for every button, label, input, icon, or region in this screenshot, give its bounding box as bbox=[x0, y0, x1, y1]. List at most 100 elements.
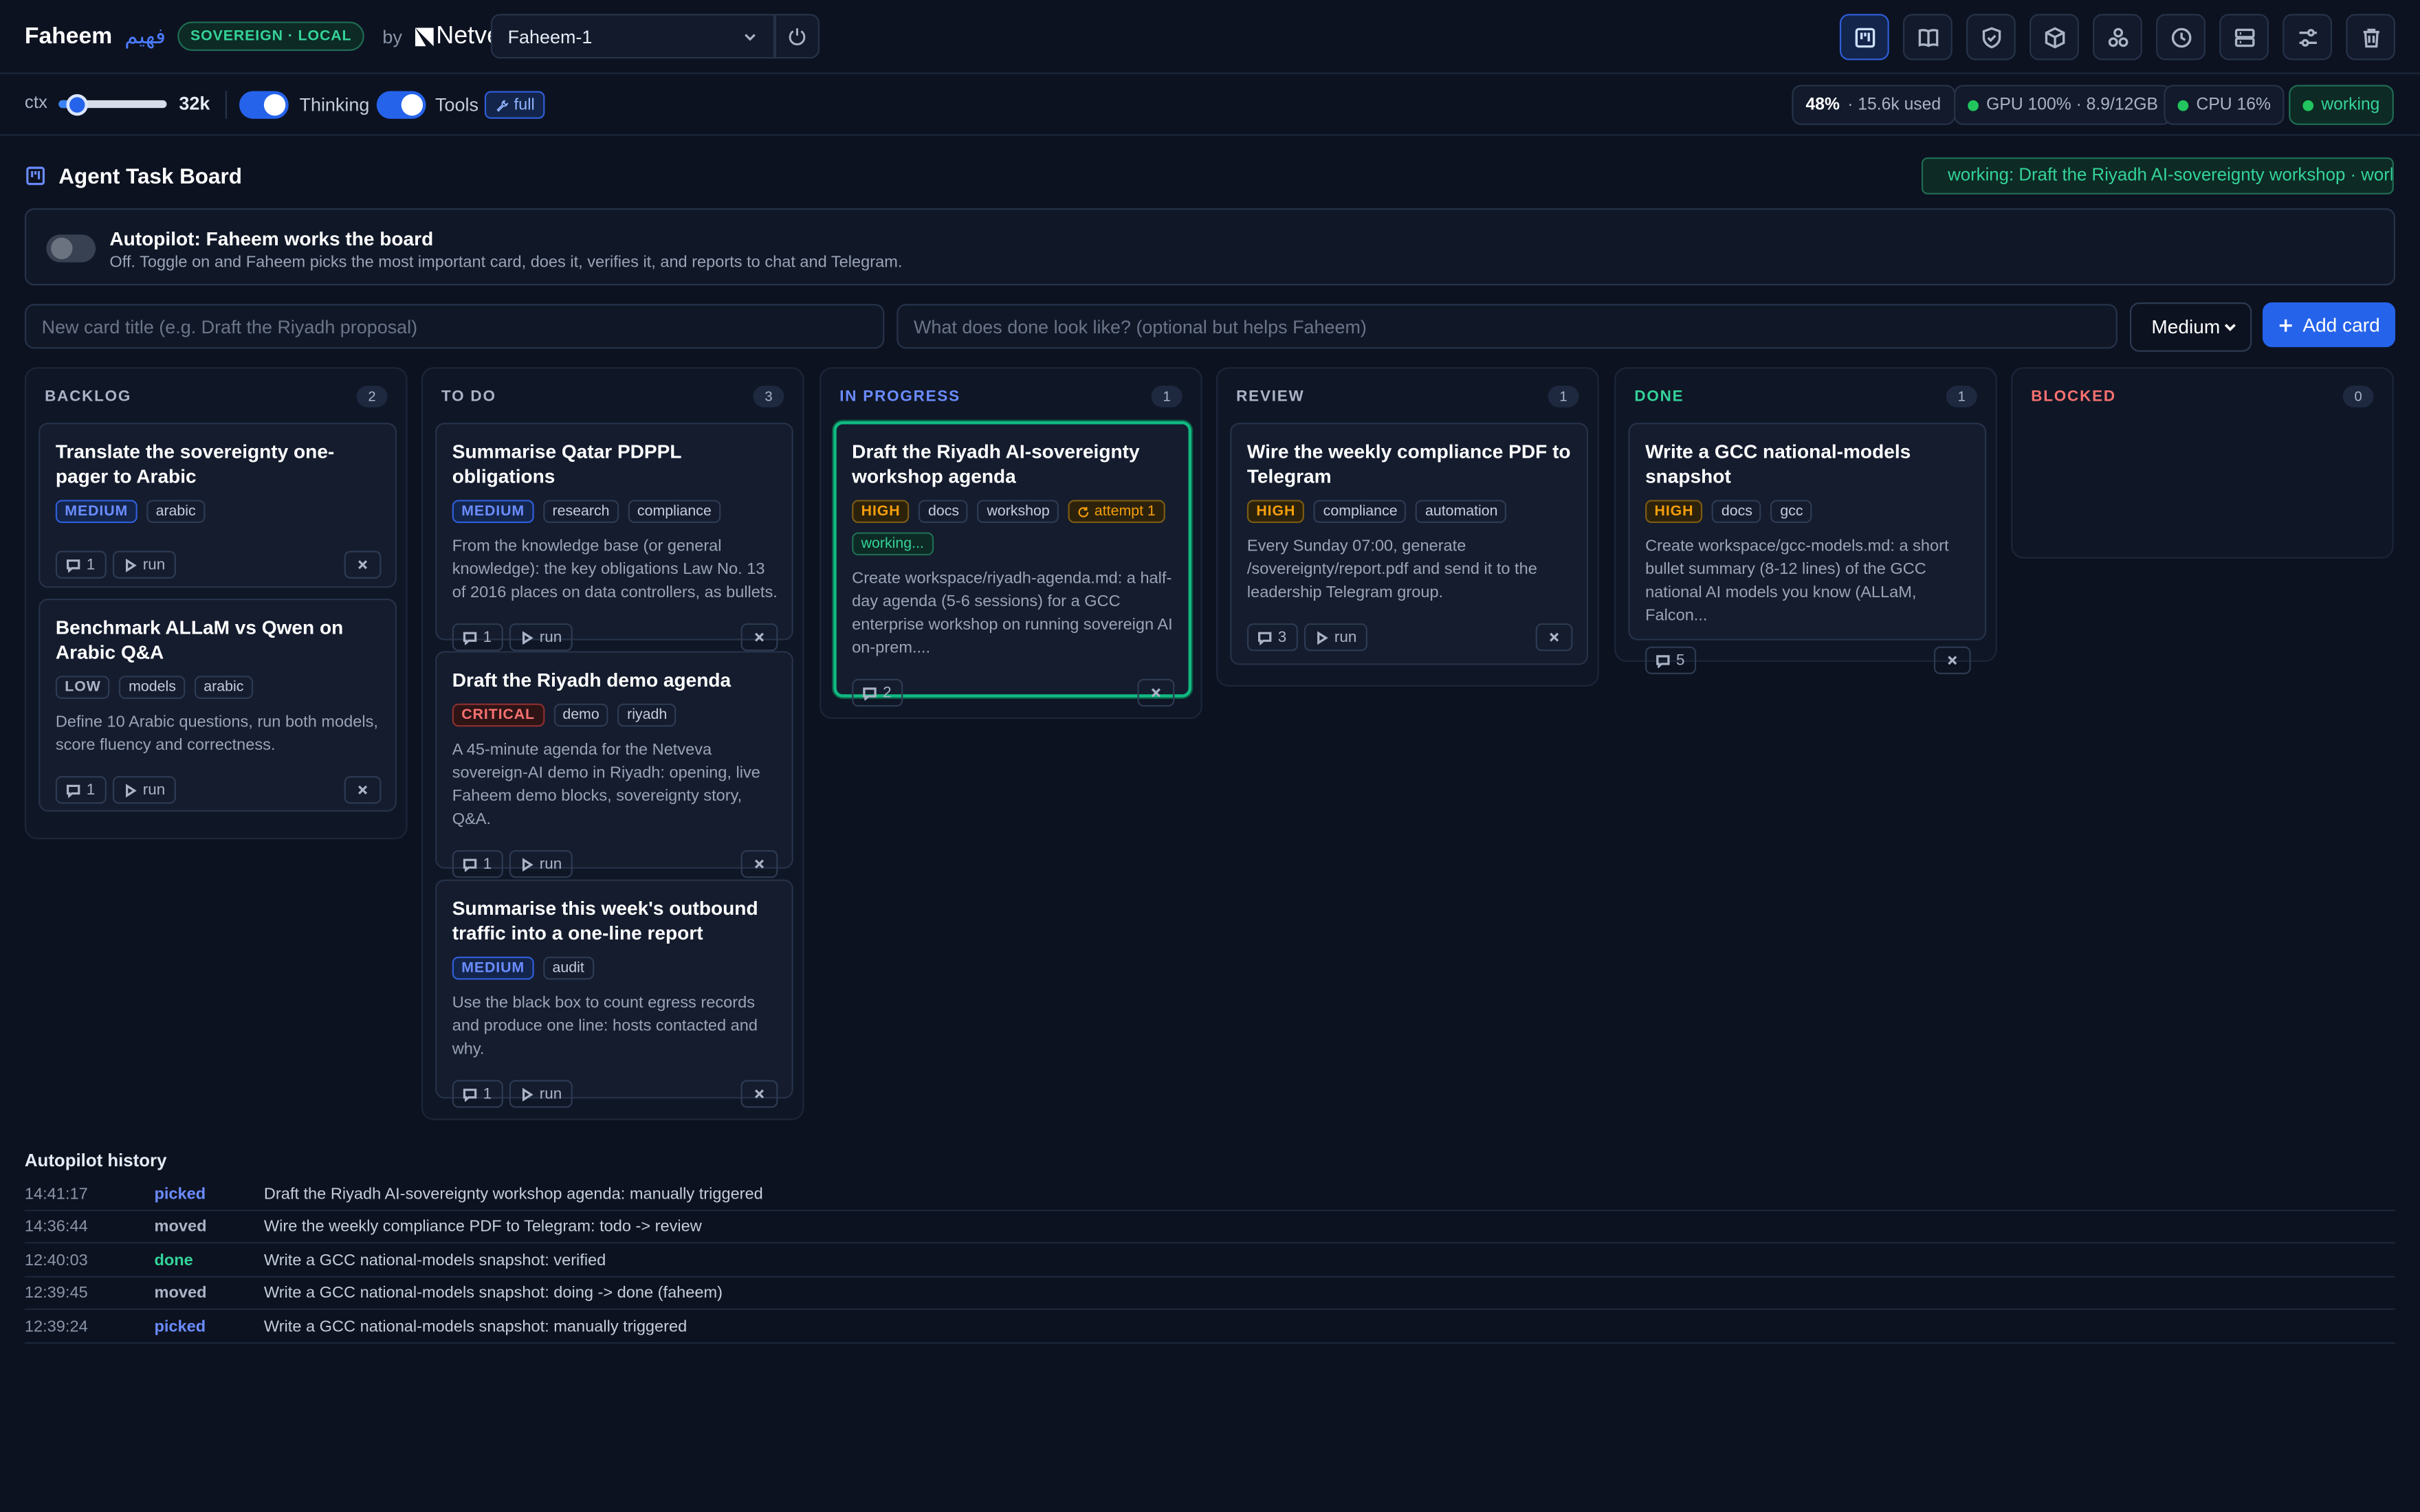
play-icon bbox=[521, 1087, 533, 1101]
comments-button[interactable]: 1 bbox=[55, 551, 106, 579]
comments-button[interactable]: 1 bbox=[452, 623, 503, 652]
task-card[interactable]: Benchmark ALLaM vs Qwen on Arabic Q&A LO… bbox=[38, 599, 397, 812]
priority-select[interactable]: Medium bbox=[2129, 302, 2252, 352]
ctx-value: 32k bbox=[179, 92, 210, 115]
history-time: 12:39:24 bbox=[24, 1318, 88, 1337]
card-description: Create workspace/gcc-models.md: a short … bbox=[1645, 537, 1949, 625]
close-icon bbox=[358, 785, 368, 794]
delete-card-button[interactable] bbox=[344, 551, 382, 579]
card-title: Summarise Qatar PDPPL obligations bbox=[452, 441, 682, 488]
new-card-title-input[interactable] bbox=[24, 304, 885, 349]
knowledge-button[interactable] bbox=[1902, 14, 1952, 60]
delete-card-button[interactable] bbox=[1933, 646, 1971, 675]
shield-icon bbox=[1981, 26, 2001, 48]
board-icon bbox=[26, 166, 45, 186]
comments-button[interactable]: 5 bbox=[1645, 646, 1696, 675]
card-tags: CRITICAL demo riyadh bbox=[452, 703, 778, 727]
run-button[interactable]: run bbox=[1303, 623, 1368, 652]
play-icon bbox=[125, 557, 136, 572]
comment-count: 2 bbox=[883, 684, 892, 702]
run-button[interactable]: run bbox=[508, 1080, 573, 1108]
delete-card-button[interactable] bbox=[740, 849, 778, 878]
run-button[interactable]: run bbox=[111, 551, 176, 579]
ctx-slider[interactable] bbox=[58, 93, 167, 115]
comment-count: 3 bbox=[1277, 628, 1287, 646]
delete-card-button[interactable] bbox=[1535, 623, 1573, 652]
priority-badge: LOW bbox=[55, 676, 111, 699]
tools-mode-badge[interactable]: full bbox=[484, 91, 546, 119]
ctx-slider-thumb[interactable] bbox=[66, 93, 88, 115]
add-card-button[interactable]: Add card bbox=[2263, 302, 2396, 348]
run-button[interactable]: run bbox=[111, 776, 176, 804]
task-card[interactable]: Summarise Qatar PDPPL obligations MEDIUM… bbox=[435, 423, 793, 652]
column-count: 3 bbox=[753, 386, 784, 408]
top-bar: Faheem فهيم SOVEREIGN · LOCAL by Netveva… bbox=[0, 0, 2420, 74]
card-description: A 45-minute agenda for the Netveva sover… bbox=[452, 740, 760, 829]
comments-button[interactable]: 3 bbox=[1246, 623, 1297, 652]
gpu-stat: GPU 100% · 8.9/12GB bbox=[1954, 85, 2172, 125]
delete-card-button[interactable] bbox=[740, 1080, 778, 1108]
task-card[interactable]: Summarise this week's outbound traffic i… bbox=[435, 879, 793, 1108]
comments-button[interactable]: 1 bbox=[55, 776, 106, 804]
trash-icon bbox=[2362, 27, 2379, 47]
task-card[interactable]: Translate the sovereignty one-pager to A… bbox=[38, 423, 397, 588]
run-button[interactable]: run bbox=[508, 623, 573, 652]
power-icon bbox=[789, 28, 806, 45]
card-footer: 1 run bbox=[452, 1071, 778, 1117]
close-icon bbox=[754, 859, 764, 869]
autopilot-toggle[interactable] bbox=[46, 234, 96, 263]
comment-icon bbox=[863, 687, 877, 700]
nodes-icon bbox=[2107, 27, 2128, 47]
run-button[interactable]: run bbox=[508, 849, 573, 878]
delete-card-button[interactable] bbox=[1137, 678, 1175, 707]
new-card-done-input[interactable] bbox=[896, 304, 2118, 349]
thinking-toggle[interactable] bbox=[239, 91, 289, 119]
delete-card-button[interactable] bbox=[740, 623, 778, 652]
comments-button[interactable]: 2 bbox=[852, 678, 903, 707]
security-button[interactable] bbox=[1966, 14, 2016, 60]
tag: riyadh bbox=[617, 703, 676, 727]
card-footer: 2 bbox=[852, 669, 1175, 715]
cpu-stat: CPU 16% bbox=[2164, 85, 2285, 125]
task-card[interactable]: Write a GCC national-models snapshot HIG… bbox=[1628, 423, 1987, 675]
task-card[interactable]: Wire the weekly compliance PDF to Telegr… bbox=[1230, 423, 1589, 665]
priority-badge: CRITICAL bbox=[452, 703, 544, 727]
delete-card-button[interactable] bbox=[344, 776, 382, 804]
comment-count: 1 bbox=[483, 628, 492, 646]
model-select[interactable]: Faheem-1 bbox=[490, 14, 775, 59]
board-button[interactable] bbox=[1839, 14, 1889, 60]
column-header: BLOCKED 0 bbox=[2012, 369, 2392, 425]
column-blocked: BLOCKED 0 bbox=[2011, 367, 2394, 559]
comments-button[interactable]: 1 bbox=[452, 1080, 503, 1108]
run-label: run bbox=[539, 855, 562, 873]
retry-icon bbox=[1078, 506, 1089, 517]
tools-toggle[interactable] bbox=[376, 91, 426, 119]
task-card-active[interactable]: Draft the Riyadh AI-sovereignty workshop… bbox=[833, 421, 1192, 707]
agents-button[interactable] bbox=[2093, 14, 2142, 60]
card-footer: 1 run bbox=[55, 542, 382, 588]
priority-badge: MEDIUM bbox=[55, 500, 138, 524]
clear-button[interactable] bbox=[2346, 14, 2396, 60]
task-card[interactable]: Draft the Riyadh demo agenda CRITICAL de… bbox=[435, 651, 793, 878]
comment-count: 1 bbox=[86, 556, 96, 573]
thinking-label: Thinking bbox=[299, 93, 370, 116]
history-action: moved bbox=[154, 1283, 207, 1302]
power-button[interactable] bbox=[774, 14, 820, 59]
tag: research bbox=[543, 500, 619, 524]
history-action: picked bbox=[154, 1318, 206, 1337]
by-label: by bbox=[382, 25, 402, 47]
history-button[interactable] bbox=[2156, 14, 2206, 60]
priority-badge: MEDIUM bbox=[452, 956, 534, 980]
models-button[interactable] bbox=[2030, 14, 2079, 60]
comments-button[interactable]: 1 bbox=[452, 849, 503, 878]
run-label: run bbox=[1334, 628, 1357, 646]
add-card-label: Add card bbox=[2302, 313, 2380, 336]
column-title: BACKLOG bbox=[45, 388, 132, 405]
gpu-text: GPU 100% · 8.9/12GB bbox=[1986, 96, 2159, 115]
settings-button[interactable] bbox=[2282, 14, 2333, 60]
servers-button[interactable] bbox=[2219, 14, 2269, 60]
app-name: Faheem bbox=[24, 23, 113, 49]
history-time: 14:36:44 bbox=[24, 1217, 88, 1236]
column-title: REVIEW bbox=[1236, 388, 1305, 405]
close-icon bbox=[1948, 656, 1957, 665]
